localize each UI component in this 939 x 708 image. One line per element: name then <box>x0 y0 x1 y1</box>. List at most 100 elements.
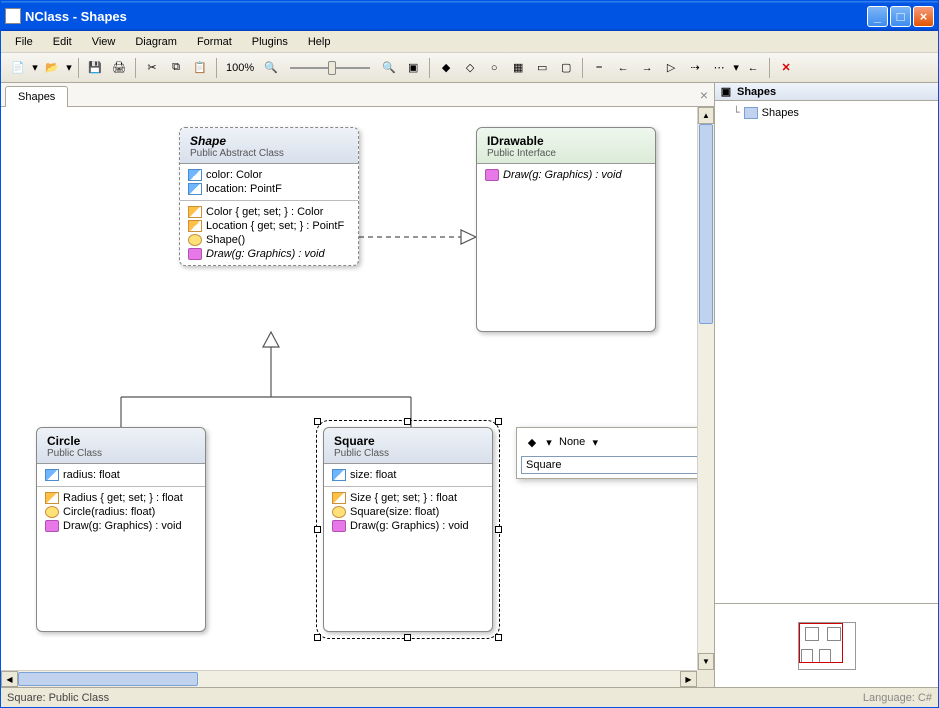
open-button[interactable]: 📂 <box>41 57 63 79</box>
resize-handle-sw[interactable] <box>314 634 321 641</box>
status-text: Square: Public Class <box>7 692 109 704</box>
resize-handle-nw[interactable] <box>314 418 321 425</box>
menu-help[interactable]: Help <box>300 34 339 50</box>
scroll-down-button[interactable]: ▼ <box>698 653 714 670</box>
ctor-square: Square(size: float) <box>350 506 439 518</box>
open-dropdown[interactable]: ▾ <box>65 57 73 79</box>
menu-view[interactable]: View <box>84 34 124 50</box>
square-fields: size: float <box>324 464 492 487</box>
add-interface-button[interactable]: ○ <box>483 57 505 79</box>
visibility-button[interactable]: ◆ <box>521 431 543 453</box>
zoom-fit-button[interactable]: ▣ <box>402 57 424 79</box>
idrawable-header: IDrawable Public Interface <box>477 128 655 164</box>
delete-button[interactable]: ✕ <box>775 57 797 79</box>
ctor-shape: Shape() <box>206 234 245 246</box>
side-panel-header: ▣ Shapes <box>715 83 938 101</box>
zoom-out-icon: 🔍 <box>264 61 278 75</box>
minimize-button[interactable]: _ <box>867 6 888 27</box>
property-icon <box>332 492 346 504</box>
navigator-thumbnail[interactable] <box>798 622 856 670</box>
field-size: size: float <box>350 469 396 481</box>
editor-toolbar: ◆ ▾ None ▾ ◆ ▾ ▣ ◉ ● ⚡ A↓ <box>521 432 714 452</box>
vscroll-thumb[interactable] <box>699 124 713 324</box>
resize-handle-s[interactable] <box>404 634 411 641</box>
print-button[interactable]: 🖨 <box>108 57 130 79</box>
interface-idrawable[interactable]: IDrawable Public Interface Draw(g: Graph… <box>476 127 656 332</box>
method-icon <box>45 520 59 532</box>
tab-close-button[interactable]: × <box>700 87 708 103</box>
menu-file[interactable]: File <box>7 34 41 50</box>
composition-button[interactable]: ← <box>612 57 634 79</box>
copy-button[interactable]: ⧉ <box>165 57 187 79</box>
paste-button[interactable]: 📋 <box>189 57 211 79</box>
maximize-button[interactable]: □ <box>890 6 911 27</box>
titlebar[interactable]: NClass - Shapes _ □ × <box>1 1 938 31</box>
generalization-button[interactable]: ▷ <box>660 57 682 79</box>
zoom-slider-thumb[interactable] <box>328 61 336 75</box>
tree-item-shapes[interactable]: └ Shapes <box>719 105 934 120</box>
scroll-up-button[interactable]: ▲ <box>698 107 714 124</box>
visibility-dropdown[interactable]: ▾ <box>545 431 553 453</box>
horizontal-scrollbar[interactable]: ◀ ▶ <box>1 670 697 687</box>
side-panel-title: Shapes <box>737 86 776 98</box>
scroll-right-button[interactable]: ▶ <box>680 671 697 687</box>
constructor-icon <box>332 506 346 518</box>
dependency-button[interactable]: ⋯ <box>708 57 730 79</box>
square-header: Square Public Class <box>324 428 492 464</box>
method-icon <box>332 520 346 532</box>
new-dropdown[interactable]: ▾ <box>31 57 39 79</box>
menu-diagram[interactable]: Diagram <box>127 34 185 50</box>
add-comment-button[interactable]: ▢ <box>555 57 577 79</box>
class-icon: ◆ <box>439 61 453 75</box>
class-shape[interactable]: Shape Public Abstract Class color: Color… <box>179 127 359 266</box>
add-delegate-button[interactable]: ▭ <box>531 57 553 79</box>
hscroll-thumb[interactable] <box>18 672 198 686</box>
tabstrip: Shapes × <box>1 83 714 107</box>
resize-handle-n[interactable] <box>404 418 411 425</box>
cut-button[interactable]: ✂ <box>141 57 163 79</box>
nesting-button[interactable]: ← <box>742 57 764 79</box>
add-struct-button[interactable]: ◇ <box>459 57 481 79</box>
add-enum-button[interactable]: ▦ <box>507 57 529 79</box>
association-button[interactable]: ⎯ <box>588 57 610 79</box>
new-button[interactable]: 📄 <box>7 57 29 79</box>
save-button[interactable]: 💾 <box>84 57 106 79</box>
vertical-scrollbar[interactable]: ▲ ▼ <box>697 107 714 670</box>
modifier-dropdown[interactable]: ▾ <box>591 431 599 453</box>
realization-button[interactable]: ⇢ <box>684 57 706 79</box>
menu-plugins[interactable]: Plugins <box>244 34 296 50</box>
square-draw: Draw(g: Graphics) : void <box>350 520 469 532</box>
zoom-in-button[interactable]: 🔍 <box>378 57 400 79</box>
triangle-icon: ▷ <box>664 61 678 75</box>
constructor-icon <box>45 506 59 518</box>
circle-stereo: Public Class <box>47 448 195 459</box>
idrawable-name: IDrawable <box>487 134 645 148</box>
struct-icon: ◇ <box>463 61 477 75</box>
scroll-left-button[interactable]: ◀ <box>1 671 18 687</box>
navigator-panel[interactable] <box>715 603 938 687</box>
prop-location: Location { get; set; } : PointF <box>206 220 344 232</box>
element-name-input[interactable] <box>521 456 714 474</box>
main-area: Shapes × Shape <box>1 83 715 687</box>
resize-handle-ne[interactable] <box>495 418 502 425</box>
class-circle[interactable]: Circle Public Class radius: float Radius… <box>36 427 206 632</box>
property-icon <box>188 206 202 218</box>
element-editor-popup[interactable]: ◆ ▾ None ▾ ◆ ▾ ▣ ◉ ● ⚡ A↓ <box>516 427 714 479</box>
class-square[interactable]: Square Public Class size: float Size { g… <box>323 427 493 632</box>
zoom-slider[interactable] <box>290 59 370 77</box>
rel-dropdown[interactable]: ▾ <box>732 57 740 79</box>
add-class-button[interactable]: ◆ <box>435 57 457 79</box>
aggregation-button[interactable]: → <box>636 57 658 79</box>
resize-handle-e[interactable] <box>495 526 502 533</box>
close-button[interactable]: × <box>913 6 934 27</box>
diagram-canvas[interactable]: Shape Public Abstract Class color: Color… <box>1 107 714 687</box>
menu-edit[interactable]: Edit <box>45 34 80 50</box>
tab-shapes[interactable]: Shapes <box>5 86 68 107</box>
menu-format[interactable]: Format <box>189 34 240 50</box>
idrawable-draw: Draw(g: Graphics) : void <box>503 169 622 181</box>
resize-handle-se[interactable] <box>495 634 502 641</box>
square-stereo: Public Class <box>334 448 482 459</box>
resize-handle-w[interactable] <box>314 526 321 533</box>
zoom-out-button[interactable]: 🔍 <box>260 57 282 79</box>
comment-icon: ▢ <box>559 61 573 75</box>
